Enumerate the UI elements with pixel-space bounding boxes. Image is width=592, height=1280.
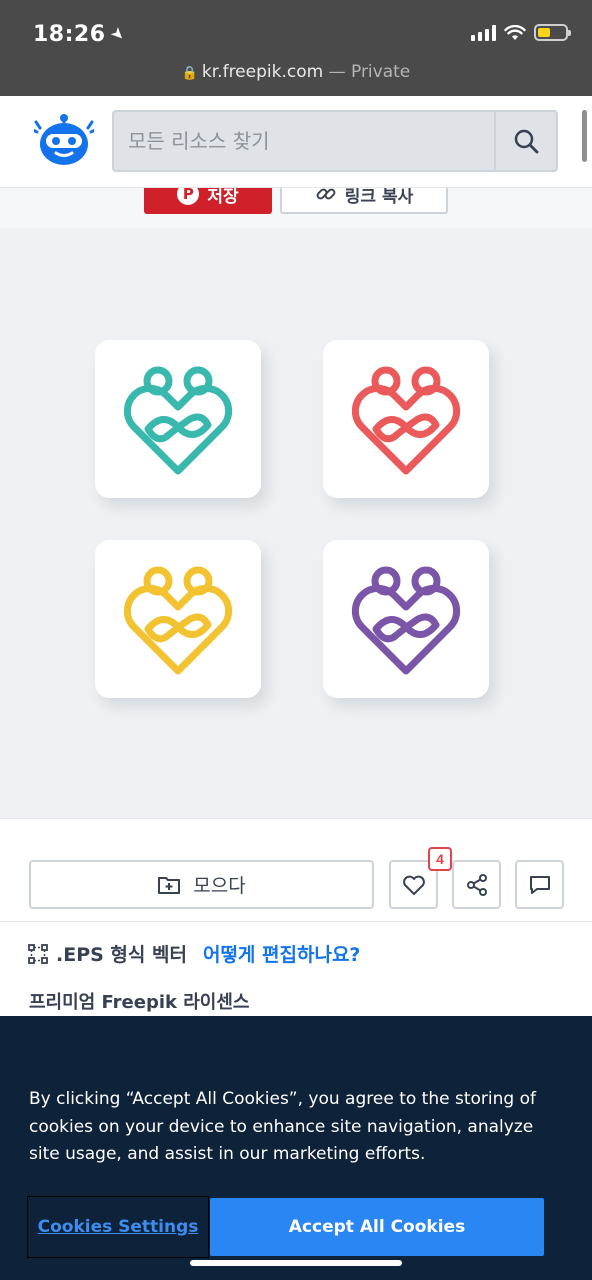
search-button[interactable] [494, 112, 556, 170]
home-indicator[interactable] [190, 1260, 402, 1266]
pinterest-save-button[interactable]: P 저장 [144, 188, 272, 214]
preview-image[interactable] [0, 228, 592, 818]
browser-chrome: 18:26➤ 🔒 kr.freepik.com — Private [0, 0, 592, 96]
license-label: 프리미엄 Freepik 라이센스 [29, 992, 250, 1013]
battery-icon [534, 24, 571, 41]
link-icon [316, 188, 336, 200]
red-heart-logo [351, 366, 461, 475]
time-text: 18:26 [33, 22, 106, 47]
share-row: P 저장 링크 복사 [0, 188, 592, 228]
wifi-icon [504, 24, 526, 40]
format-row: .EPS 형식 벡터 어떻게 편집하나요? [28, 940, 360, 967]
teal-heart-logo [123, 366, 233, 475]
accept-all-cookies-button[interactable]: Accept All Cookies [210, 1198, 544, 1256]
collect-label: 모으다 [193, 875, 246, 897]
tile-red [323, 340, 489, 498]
like-count-badge: 4 [428, 847, 452, 871]
heart-icon [402, 875, 425, 895]
scrollbar[interactable] [582, 110, 587, 162]
url-domain: kr.freepik.com [201, 62, 324, 82]
lock-icon: 🔒 [181, 66, 198, 81]
search-input[interactable] [114, 112, 496, 170]
share-button[interactable] [452, 860, 501, 909]
copy-link-button[interactable]: 링크 복사 [280, 188, 448, 214]
tile-purple [323, 540, 489, 698]
cookie-text: By clicking “Accept All Cookies”, you ag… [29, 1089, 536, 1164]
site-header [0, 96, 592, 188]
folder-plus-icon [158, 876, 181, 894]
copy-link-label: 링크 복사 [344, 188, 414, 207]
freepik-robot-logo[interactable] [34, 110, 94, 166]
share-icon [466, 873, 487, 896]
cookies-settings-button[interactable]: Cookies Settings [27, 1196, 209, 1258]
private-label: — Private [323, 62, 411, 82]
search-icon [514, 129, 539, 154]
action-bar: 모으다 4 [0, 818, 592, 922]
vector-icon [28, 943, 48, 964]
pinterest-icon: P [177, 188, 200, 205]
status-icons [471, 24, 571, 41]
format-label: .EPS 형식 벡터 [56, 944, 187, 966]
purple-heart-logo [351, 566, 461, 675]
tile-yellow [95, 540, 261, 698]
cellular-signal-icon [471, 24, 496, 41]
yellow-heart-logo [123, 566, 233, 675]
how-to-edit-link[interactable]: 어떻게 편집하나요? [203, 940, 360, 967]
comment-icon [529, 875, 550, 894]
cookie-banner: By clicking “Accept All Cookies”, you ag… [0, 1016, 592, 1280]
url-bar[interactable]: 🔒 kr.freepik.com — Private [0, 62, 592, 82]
resource-info: .EPS 형식 벡터 어떻게 편집하나요? 프리미엄 Freepik 라이센스 [0, 922, 592, 1022]
location-arrow-icon: ➤ [106, 22, 130, 46]
collect-button[interactable]: 모으다 [29, 860, 374, 909]
pinterest-label: 저장 [207, 188, 239, 207]
status-time: 18:26➤ [33, 22, 130, 47]
search-box [112, 110, 558, 172]
tile-teal [95, 340, 261, 498]
comment-button[interactable] [515, 860, 564, 909]
